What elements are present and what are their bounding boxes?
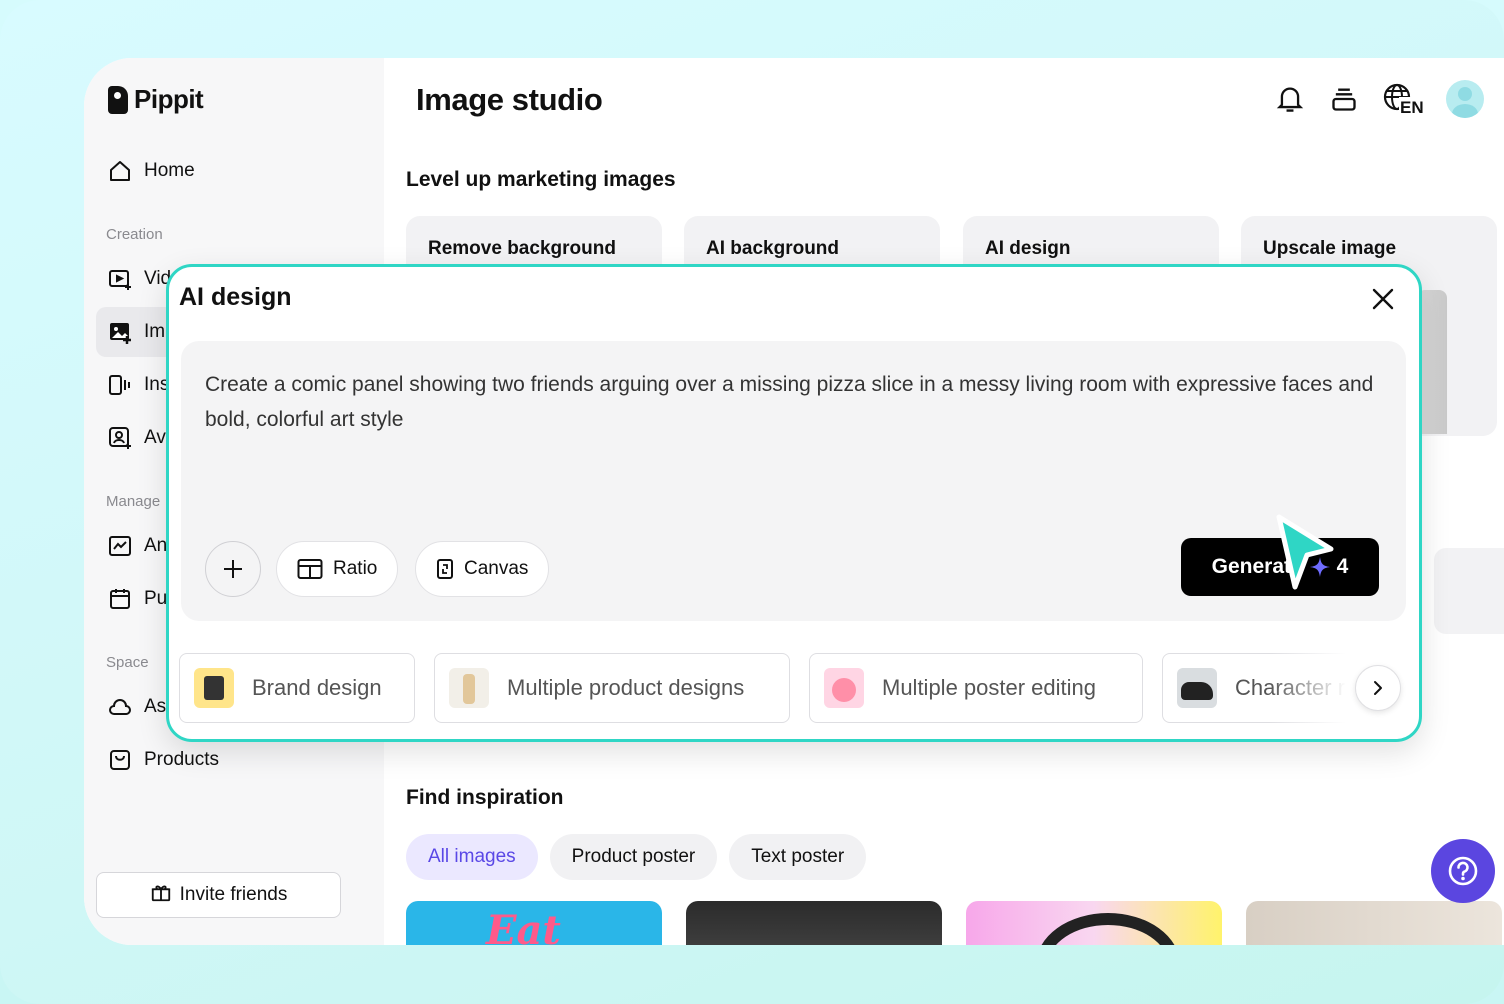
sidebar-item-label: Products [144,749,219,770]
sidebar-item-products[interactable]: Products [96,735,376,785]
template-thumb [449,668,489,708]
sidebar-item-label: Im [144,321,166,342]
calendar-icon [108,587,132,611]
help-button[interactable] [1431,839,1495,903]
template-multiple-product-designs[interactable]: Multiple product designs [434,653,790,723]
add-attachment-button[interactable] [205,541,261,597]
pippit-logo-icon [108,85,128,114]
ratio-icon [297,559,323,579]
canvas-label: Canvas [464,558,529,579]
section-label-space: Space [106,654,149,671]
thumb-text: Eat [486,907,561,945]
modal-title: AI design [179,283,292,311]
product-box-icon [108,748,132,772]
mouse-cursor-icon [1276,514,1334,590]
template-label: Brand design [252,675,382,700]
filter-all-images[interactable]: All images [406,834,538,880]
globe-language-icon[interactable]: EN [1382,83,1424,115]
language-code: EN [1400,98,1424,115]
template-label: Multiple poster editing [882,675,1097,700]
prompt-area[interactable]: Create a comic panel showing two friends… [181,341,1406,621]
template-multiple-poster-editing[interactable]: Multiple poster editing [809,653,1143,723]
brand-name: Pippit [134,84,204,114]
sidebar-item-home[interactable]: Home [96,146,376,196]
bell-icon[interactable] [1274,83,1306,115]
inspiration-thumb[interactable] [1246,901,1502,945]
ratio-label: Ratio [333,558,378,579]
chevron-right-icon [1374,681,1382,695]
layers-icon[interactable] [1328,83,1360,115]
prompt-input[interactable]: Create a comic panel showing two friends… [205,367,1385,437]
invite-friends-button[interactable]: Invite friends [96,872,341,918]
sidebar-item-label: Home [144,160,195,181]
canvas-icon [437,559,453,579]
template-thumb [824,668,864,708]
inspiration-thumb[interactable] [966,901,1222,945]
cloud-icon [108,695,132,719]
carousel-next-button[interactable] [1355,665,1401,711]
close-icon [1372,288,1394,310]
tool-card-label: Upscale image [1263,238,1397,259]
sidebar-item-label: As [144,696,167,717]
template-carousel: Brand design Multiple product designs Mu… [179,653,1409,723]
filter-text-poster[interactable]: Text poster [729,834,867,880]
template-thumb [194,668,234,708]
phone-video-icon [108,373,132,397]
section-label-manage: Manage [106,493,161,510]
sidebar-item-label: Pu [144,588,168,609]
user-avatar[interactable] [1446,80,1484,118]
image-plus-icon [108,320,132,344]
sidebar-item-label: An [144,535,168,556]
template-brand-design[interactable]: Brand design [179,653,415,723]
marketing-heading: Level up marketing images [406,168,676,191]
page-title: Image studio [416,82,603,117]
plus-icon [224,560,242,578]
analytics-icon [108,534,132,558]
home-icon [108,159,132,183]
card-placeholder [1434,548,1504,634]
ai-design-modal: AI design Create a comic panel showing t… [166,264,1422,742]
section-label-creation: Creation [106,226,163,243]
close-button[interactable] [1367,283,1399,315]
video-plus-icon [108,267,132,291]
avatar-plus-icon [108,426,132,450]
inspiration-gallery: Eat [406,901,1502,945]
inspiration-filters: All images Product poster Text poster [406,834,867,880]
tool-card-label: Remove background [428,238,616,259]
canvas-button[interactable]: Canvas [415,541,550,597]
help-icon [1448,856,1478,886]
template-label: Multiple product designs [507,675,745,700]
inspiration-thumb[interactable] [686,901,942,945]
inspiration-thumb[interactable]: Eat [406,901,662,945]
gift-icon [150,881,172,909]
filter-product-poster[interactable]: Product poster [549,834,718,880]
invite-friends-label: Invite friends [179,884,288,905]
logo[interactable]: Pippit [108,84,204,115]
template-thumb [1177,668,1217,708]
header-actions: EN [1274,80,1484,118]
inspiration-heading: Find inspiration [406,786,564,809]
tool-card-label: AI background [706,238,840,259]
sidebar-item-label: Av [144,427,166,448]
tool-card-label: AI design [985,238,1071,259]
ratio-button[interactable]: Ratio [276,541,399,597]
